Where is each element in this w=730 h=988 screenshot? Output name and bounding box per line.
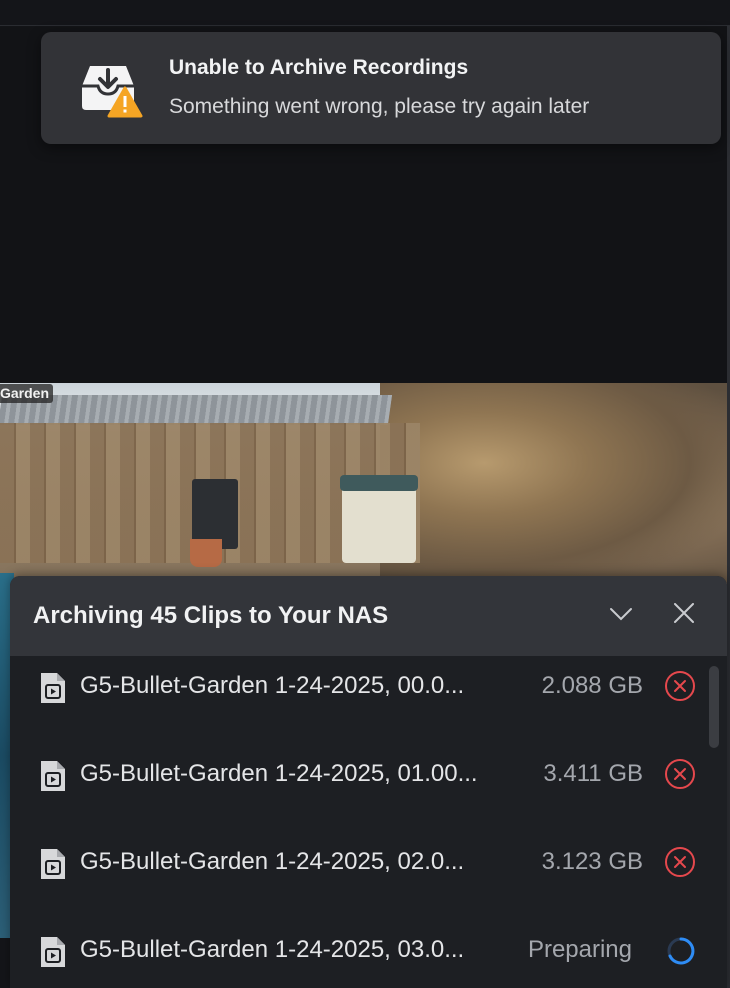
error-toast[interactable]: Unable to Archive Recordings Something w… <box>41 32 721 144</box>
clip-size: 3.123 GB <box>541 848 643 875</box>
video-file-icon <box>38 758 68 794</box>
camera-storage-box <box>340 475 418 563</box>
clip-name: G5-Bullet-Garden 1-24-2025, 01.00... <box>80 760 478 787</box>
error-cancel-icon[interactable] <box>664 846 696 878</box>
archive-panel-header: Archiving 45 Clips to Your NAS <box>10 576 727 656</box>
archive-panel: Archiving 45 Clips to Your NAS G5-Bullet… <box>10 576 727 988</box>
archive-warning-icon <box>78 56 144 122</box>
error-cancel-icon[interactable] <box>664 670 696 702</box>
loading-spinner-icon <box>666 936 696 966</box>
list-item: G5-Bullet-Garden 1-24-2025, 00.0... 2.08… <box>10 656 710 744</box>
clip-name: G5-Bullet-Garden 1-24-2025, 00.0... <box>80 672 465 699</box>
list-scrollbar[interactable] <box>709 666 719 748</box>
camera-shed-roof <box>0 395 393 425</box>
clip-name: G5-Bullet-Garden 1-24-2025, 03.0... <box>80 936 465 963</box>
clip-name: G5-Bullet-Garden 1-24-2025, 02.0... <box>80 848 465 875</box>
video-file-icon <box>38 846 68 882</box>
archive-clip-list[interactable]: G5-Bullet-Garden 1-24-2025, 00.0... 2.08… <box>10 656 710 988</box>
clip-status: Preparing <box>527 936 632 963</box>
list-item: G5-Bullet-Garden 1-24-2025, 03.0... Prep… <box>10 920 710 988</box>
clip-size: 2.088 GB <box>541 672 643 699</box>
collapse-button[interactable] <box>606 600 636 630</box>
list-item: G5-Bullet-Garden 1-24-2025, 01.00... 3.4… <box>10 744 710 832</box>
toast-title: Unable to Archive Recordings <box>169 56 469 79</box>
camera-plant-pot <box>190 539 222 567</box>
list-item: G5-Bullet-Garden 1-24-2025, 02.0... 3.12… <box>10 832 710 920</box>
video-file-icon <box>38 670 68 706</box>
top-bar <box>0 0 730 26</box>
camera-name-label: Garden <box>0 384 54 403</box>
video-file-icon <box>38 934 68 970</box>
clip-size: 3.411 GB <box>543 760 643 787</box>
error-cancel-icon[interactable] <box>664 758 696 790</box>
camera-bushes <box>380 383 727 583</box>
toast-message: Something went wrong, please try again l… <box>169 95 590 118</box>
chevron-down-icon <box>609 606 633 625</box>
archive-panel-title: Archiving 45 Clips to Your NAS <box>33 602 389 629</box>
close-button[interactable] <box>669 600 699 630</box>
close-icon <box>674 603 694 627</box>
